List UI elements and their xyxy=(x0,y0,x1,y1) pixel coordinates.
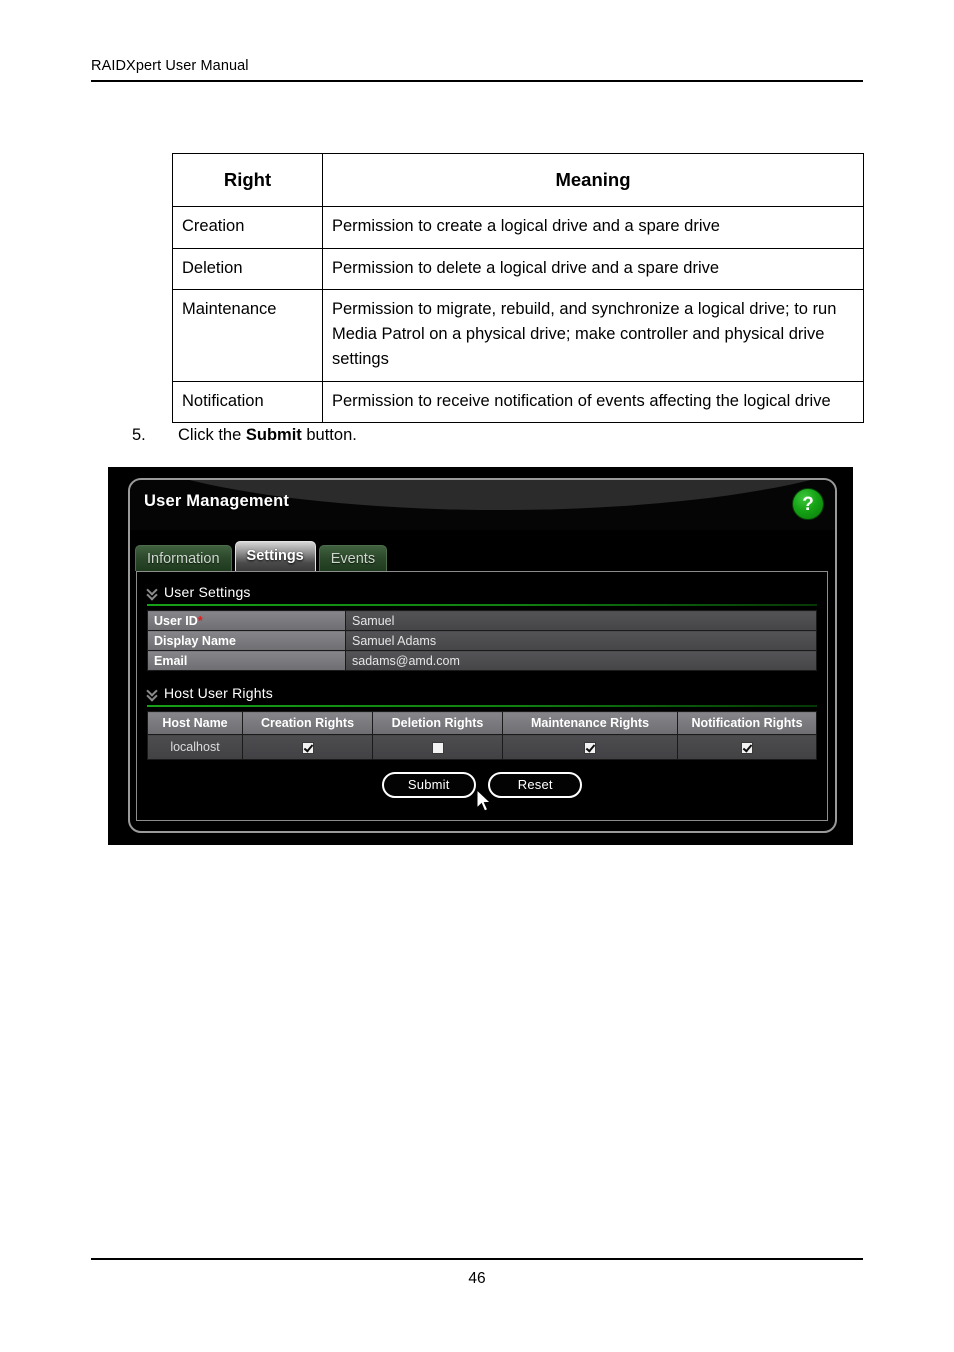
chevron-double-down-icon[interactable] xyxy=(147,586,158,599)
value-display-name[interactable]: Samuel Adams xyxy=(345,630,817,651)
tab-information[interactable]: Information xyxy=(135,545,232,571)
cell-maintenance-rights xyxy=(502,734,678,760)
app-title: User Management xyxy=(144,492,290,510)
user-settings-title: User Settings xyxy=(164,584,251,600)
tab-bar: Information Settings Events xyxy=(135,541,835,571)
value-email[interactable]: sadams@amd.com xyxy=(345,650,817,671)
app-screenshot: User Management ? Information Settings E… xyxy=(108,467,853,845)
step-bold-word: Submit xyxy=(245,426,302,444)
table-row: Email sadams@amd.com xyxy=(147,650,817,671)
column-header-notification-rights: Notification Rights xyxy=(677,711,817,735)
column-header-host-name: Host Name xyxy=(147,711,243,735)
reset-button[interactable]: Reset xyxy=(488,772,583,798)
table-row: Notification Permission to receive notif… xyxy=(172,380,864,424)
table-header-row: Right Meaning xyxy=(172,153,864,207)
column-header-deletion-rights: Deletion Rights xyxy=(372,711,503,735)
page-number: 46 xyxy=(468,1270,486,1287)
cell-host-name: localhost xyxy=(147,734,243,760)
checkbox-deletion-rights[interactable] xyxy=(431,741,444,754)
table-header-row: Host Name Creation Rights Deletion Right… xyxy=(147,711,817,735)
user-settings-section-header[interactable]: User Settings xyxy=(147,582,817,602)
column-header-right: Right xyxy=(172,153,323,207)
column-header-creation-rights: Creation Rights xyxy=(242,711,373,735)
cell-right: Creation xyxy=(172,205,323,249)
label-user-id-text: User ID xyxy=(154,613,198,628)
step-instruction: 5. Click the Submit button. xyxy=(132,426,357,445)
section-divider xyxy=(147,604,817,606)
table-row: localhost xyxy=(147,734,817,760)
label-display-name: Display Name xyxy=(147,630,346,651)
column-header-meaning: Meaning xyxy=(322,153,864,207)
tab-settings[interactable]: Settings xyxy=(234,541,316,571)
table-row: Display Name Samuel Adams xyxy=(147,630,817,651)
label-user-id: User ID* xyxy=(147,610,346,631)
step-text-after: button. xyxy=(301,426,357,444)
page-footer: 46 xyxy=(91,1258,863,1288)
required-marker: * xyxy=(197,613,203,628)
submit-button[interactable]: Submit xyxy=(381,772,476,798)
table-row: Deletion Permission to delete a logical … xyxy=(172,247,864,291)
step-text-before: Click the xyxy=(178,426,246,444)
manual-title: RAIDXpert User Manual xyxy=(91,58,249,74)
app-window: User Management ? Information Settings E… xyxy=(128,478,837,833)
cell-meaning: Permission to create a logical drive and… xyxy=(322,205,864,249)
checkbox-maintenance-rights[interactable] xyxy=(584,741,596,754)
app-title-bar: User Management ? xyxy=(130,480,835,530)
rights-definition-table: Right Meaning Creation Permission to cre… xyxy=(172,153,864,424)
checkbox-creation-rights[interactable] xyxy=(301,741,314,754)
cell-right: Maintenance xyxy=(172,289,323,382)
cell-notification-rights xyxy=(677,734,817,760)
column-header-maintenance-rights: Maintenance Rights xyxy=(502,711,678,735)
user-settings-table: User ID* Samuel Display Name Samuel Adam… xyxy=(147,610,817,671)
checkbox-notification-rights[interactable] xyxy=(741,741,753,754)
host-user-rights-section-header[interactable]: Host User Rights xyxy=(147,683,817,703)
value-user-id[interactable]: Samuel xyxy=(345,610,817,631)
host-user-rights-title: Host User Rights xyxy=(164,685,274,701)
chevron-double-down-icon[interactable] xyxy=(147,687,158,700)
cell-deletion-rights xyxy=(372,734,503,760)
tab-events[interactable]: Events xyxy=(318,545,388,571)
label-email: Email xyxy=(147,650,346,671)
table-row: Maintenance Permission to migrate, rebui… xyxy=(172,289,864,382)
cell-creation-rights xyxy=(242,734,373,760)
page-header: RAIDXpert User Manual xyxy=(91,58,863,82)
header-divider xyxy=(91,80,863,82)
table-row: User ID* Samuel xyxy=(147,610,817,631)
step-number: 5. xyxy=(132,426,146,444)
settings-panel: User Settings User ID* Samuel Display Na… xyxy=(136,571,828,821)
form-actions: Submit Reset xyxy=(147,772,817,812)
cell-right: Deletion xyxy=(172,247,323,291)
host-user-rights-table: Host Name Creation Rights Deletion Right… xyxy=(147,711,817,760)
section-divider xyxy=(147,705,817,707)
cell-meaning: Permission to receive notification of ev… xyxy=(322,380,864,424)
cell-right: Notification xyxy=(172,380,323,424)
table-row: Creation Permission to create a logical … xyxy=(172,205,864,249)
help-icon[interactable]: ? xyxy=(792,488,824,520)
cell-meaning: Permission to delete a logical drive and… xyxy=(322,247,864,291)
cell-meaning: Permission to migrate, rebuild, and sync… xyxy=(322,289,864,382)
